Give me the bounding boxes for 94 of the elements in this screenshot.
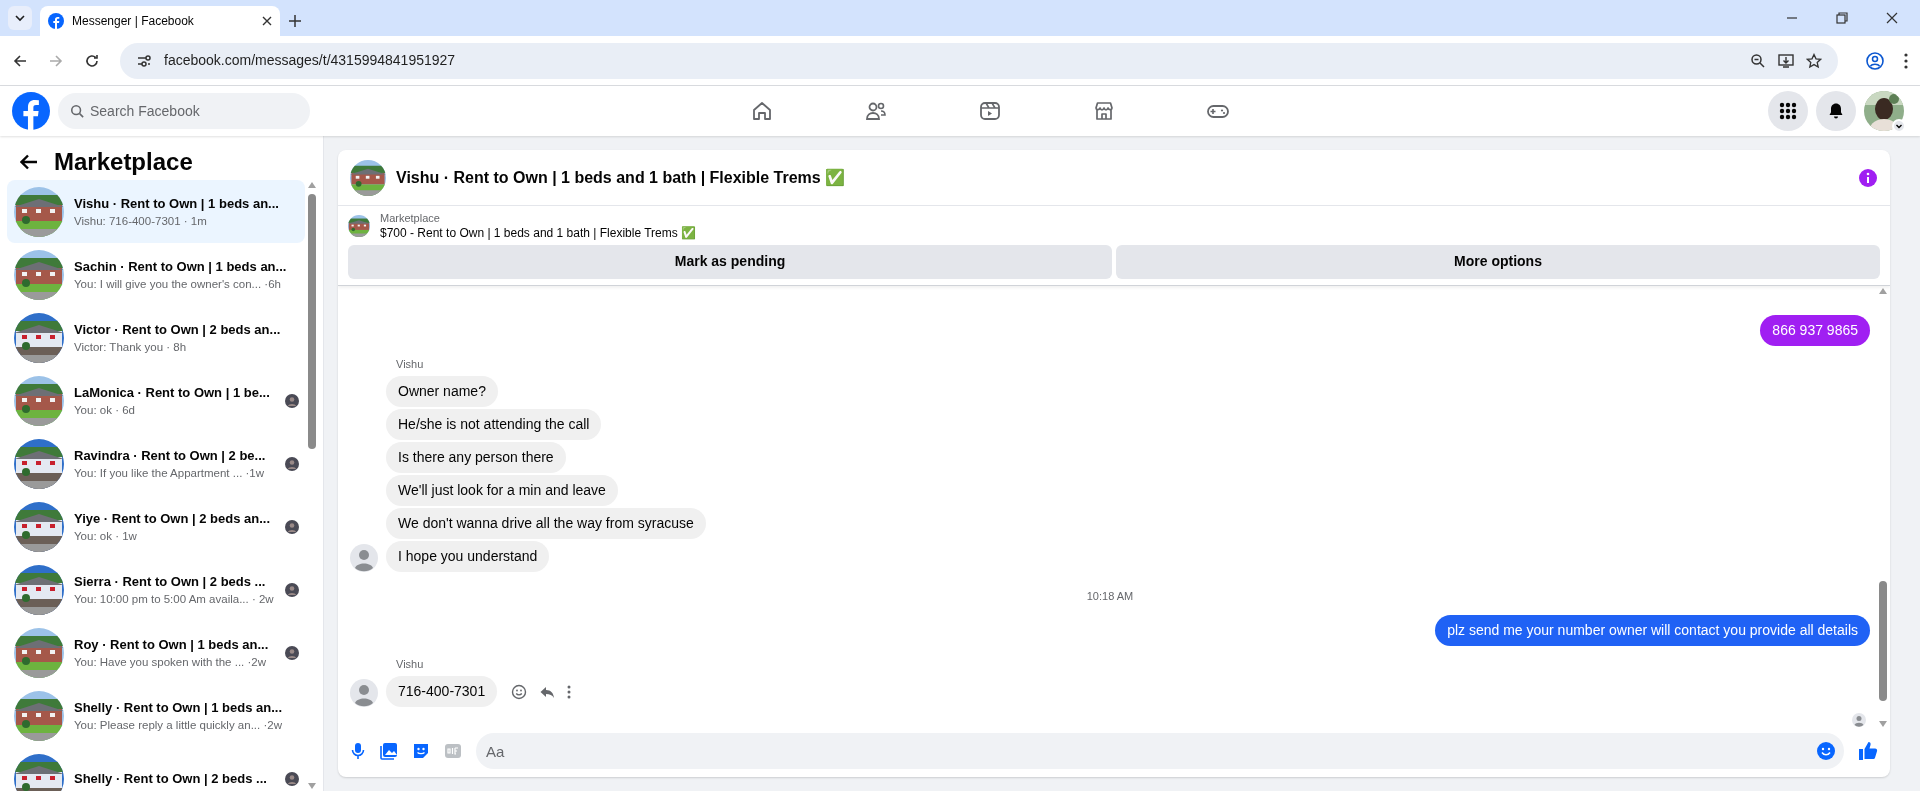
profile-icon[interactable] bbox=[1866, 51, 1884, 70]
grid-icon bbox=[1779, 102, 1797, 120]
sender-name: Vishu bbox=[396, 356, 425, 372]
scroll-up-icon[interactable] bbox=[1879, 287, 1887, 294]
search-icon bbox=[70, 104, 84, 118]
conversation-item[interactable]: Ravindra · Rent to Own | 2 be... You: If you like the Appartment ... ·1w bbox=[7, 432, 305, 495]
install-icon[interactable] bbox=[1778, 52, 1794, 69]
timestamp: 10:18 AM bbox=[1085, 589, 1135, 604]
tab-title: Messenger | Facebook bbox=[72, 13, 195, 30]
scrollbar-thumb[interactable] bbox=[1879, 581, 1887, 701]
message-preview: You: ok · 1w bbox=[74, 528, 137, 544]
search-field[interactable]: Search Facebook bbox=[58, 93, 310, 129]
conversation-title: Sierra · Rent to Own | 2 beds ... bbox=[74, 572, 266, 591]
home-icon[interactable] bbox=[750, 99, 774, 123]
action-button[interactable]: Mark as pending bbox=[348, 244, 1112, 279]
message-preview: You: ok · 6d bbox=[74, 402, 135, 418]
scroll-down-icon[interactable] bbox=[1879, 721, 1887, 727]
microphone-icon[interactable] bbox=[350, 742, 366, 760]
new-tab-icon[interactable] bbox=[288, 14, 302, 28]
conversation-title: Sachin · Rent to Own | 1 beds an... bbox=[74, 257, 287, 276]
bell-icon bbox=[1827, 102, 1845, 120]
video-icon[interactable] bbox=[978, 99, 1002, 123]
message-bubble: We don't wanna drive all the way from syracuse bbox=[386, 508, 706, 539]
sender-name: Vishu bbox=[396, 656, 425, 672]
message-bubble: 716-400-7301 bbox=[386, 676, 498, 707]
conversation-item[interactable]: Sachin · Rent to Own | 1 beds an... You: I will give you the owner's con... ·6h bbox=[7, 243, 305, 306]
conversation-item[interactable]: Sierra · Rent to Own | 2 beds ... You: 10:00 pm to 5:00 Am availa... · 2w bbox=[7, 558, 305, 621]
conversation-title: Ravindra · Rent to Own | 2 be... bbox=[74, 446, 266, 465]
info-icon[interactable] bbox=[1858, 167, 1878, 188]
listing-title: $700 - Rent to Own | 1 beds and 1 bath | Flexible Trems ✅ bbox=[380, 225, 697, 241]
message-bubble: I hope you understand bbox=[386, 541, 550, 572]
conversation-item[interactable]: Victor · Rent to Own | 2 beds an... Victor: Thank you · 8h bbox=[7, 306, 305, 369]
shop-icon[interactable] bbox=[1092, 99, 1116, 123]
notifications-button[interactable] bbox=[1816, 91, 1856, 131]
close-icon[interactable] bbox=[262, 16, 272, 26]
more-icon[interactable] bbox=[567, 684, 572, 699]
conversation-item[interactable]: Vishu · Rent to Own | 1 beds an... Vishu: 716-400-7301 · 1m bbox=[7, 180, 305, 243]
url-text: facebook.com/messages/t/4315994841951927 bbox=[164, 51, 457, 70]
conversation-item[interactable]: Yiye · Rent to Own | 2 beds an... You: ok · 1w bbox=[7, 495, 305, 558]
sidebar-title: Marketplace bbox=[54, 147, 193, 177]
address-bar[interactable]: facebook.com/messages/t/4315994841951927 bbox=[120, 42, 1838, 79]
message-preview: You: 10:00 pm to 5:00 Am availa... · 2w bbox=[74, 591, 274, 607]
conversation-title: Shelly · Rent to Own | 2 beds ... bbox=[74, 769, 267, 788]
conversation-item[interactable]: Shelly · Rent to Own | 2 beds ... bbox=[7, 747, 305, 791]
message-bubble: Owner name? bbox=[386, 376, 498, 407]
message-field[interactable]: Aa bbox=[476, 733, 1844, 769]
close-icon[interactable] bbox=[1886, 12, 1898, 24]
star-icon[interactable] bbox=[1806, 52, 1822, 69]
conversation-item[interactable]: LaMonica · Rent to Own | 1 be... You: ok · 6d bbox=[7, 369, 305, 432]
conversation-title: LaMonica · Rent to Own | 1 be... bbox=[74, 383, 270, 402]
scrollbar-thumb[interactable] bbox=[308, 194, 316, 449]
conversation-title: Vishu · Rent to Own | 1 beds an... bbox=[74, 194, 279, 213]
zoom-icon[interactable] bbox=[1750, 52, 1766, 69]
message-bubble: plz send me your number owner will contact you provide all details bbox=[1435, 614, 1870, 646]
listing-label: Marketplace bbox=[380, 212, 441, 226]
back-arrow-icon[interactable] bbox=[20, 154, 38, 170]
facebook-icon bbox=[48, 13, 64, 29]
message-bubble: 866 937 9865 bbox=[1760, 314, 1870, 346]
action-button[interactable]: More options bbox=[1116, 244, 1880, 279]
message-preview: You: If you like the Appartment ... ·1w bbox=[74, 465, 265, 481]
facebook-logo-icon[interactable] bbox=[12, 92, 50, 130]
scroll-down-icon[interactable] bbox=[308, 783, 316, 789]
menu-icon[interactable] bbox=[1904, 52, 1908, 69]
conversation-title: Victor · Rent to Own | 2 beds an... bbox=[74, 320, 281, 339]
avatar-icon bbox=[350, 679, 378, 707]
like-icon[interactable] bbox=[1858, 741, 1878, 761]
conversation-title: Shelly · Rent to Own | 1 beds an... bbox=[74, 698, 283, 717]
restore-icon[interactable] bbox=[1836, 12, 1848, 24]
message-preview: You: Have you spoken with the ... ·2w bbox=[74, 654, 266, 670]
conversation-title: Roy · Rent to Own | 1 beds an... bbox=[74, 635, 269, 654]
chevron-down-icon[interactable] bbox=[1892, 119, 1906, 133]
photo-icon[interactable] bbox=[380, 742, 398, 760]
smiley-icon[interactable] bbox=[511, 683, 528, 700]
site-settings-icon[interactable] bbox=[136, 52, 152, 69]
back-icon[interactable] bbox=[12, 52, 28, 69]
conversation-item[interactable]: Roy · Rent to Own | 1 beds an... You: Have you spoken with the ... ·2w bbox=[7, 621, 305, 684]
avatar-icon bbox=[350, 544, 378, 572]
menu-button[interactable] bbox=[1768, 91, 1808, 131]
message-bubble: He/she is not attending the call bbox=[386, 409, 602, 440]
browser-tab[interactable]: Messenger | Facebook bbox=[40, 6, 280, 36]
conversation-title: Yiye · Rent to Own | 2 beds an... bbox=[74, 509, 271, 528]
chat-title: Vishu · Rent to Own | 1 beds and 1 bath | Flexible Trems ✅ bbox=[396, 167, 847, 188]
emoji-icon[interactable] bbox=[1816, 741, 1836, 761]
tab-list-icon[interactable] bbox=[8, 6, 32, 30]
message-preview: Vishu: 716-400-7301 · 1m bbox=[74, 213, 207, 229]
message-bubble: We'll just look for a min and leave bbox=[386, 475, 618, 506]
conversation-item[interactable]: Shelly · Rent to Own | 1 beds an... You: Please reply a little quickly an... ·2w bbox=[7, 684, 305, 747]
reload-icon[interactable] bbox=[84, 52, 100, 69]
message-preview: You: I will give you the owner's con... ·6h bbox=[74, 276, 281, 292]
sticker-icon[interactable] bbox=[412, 742, 430, 760]
message-preview: Victor: Thank you · 8h bbox=[74, 339, 187, 355]
message-bubble: Is there any person there bbox=[386, 442, 566, 473]
message-preview: You: Please reply a little quickly an... ·2w bbox=[74, 717, 282, 733]
scroll-up-icon[interactable] bbox=[308, 182, 316, 188]
